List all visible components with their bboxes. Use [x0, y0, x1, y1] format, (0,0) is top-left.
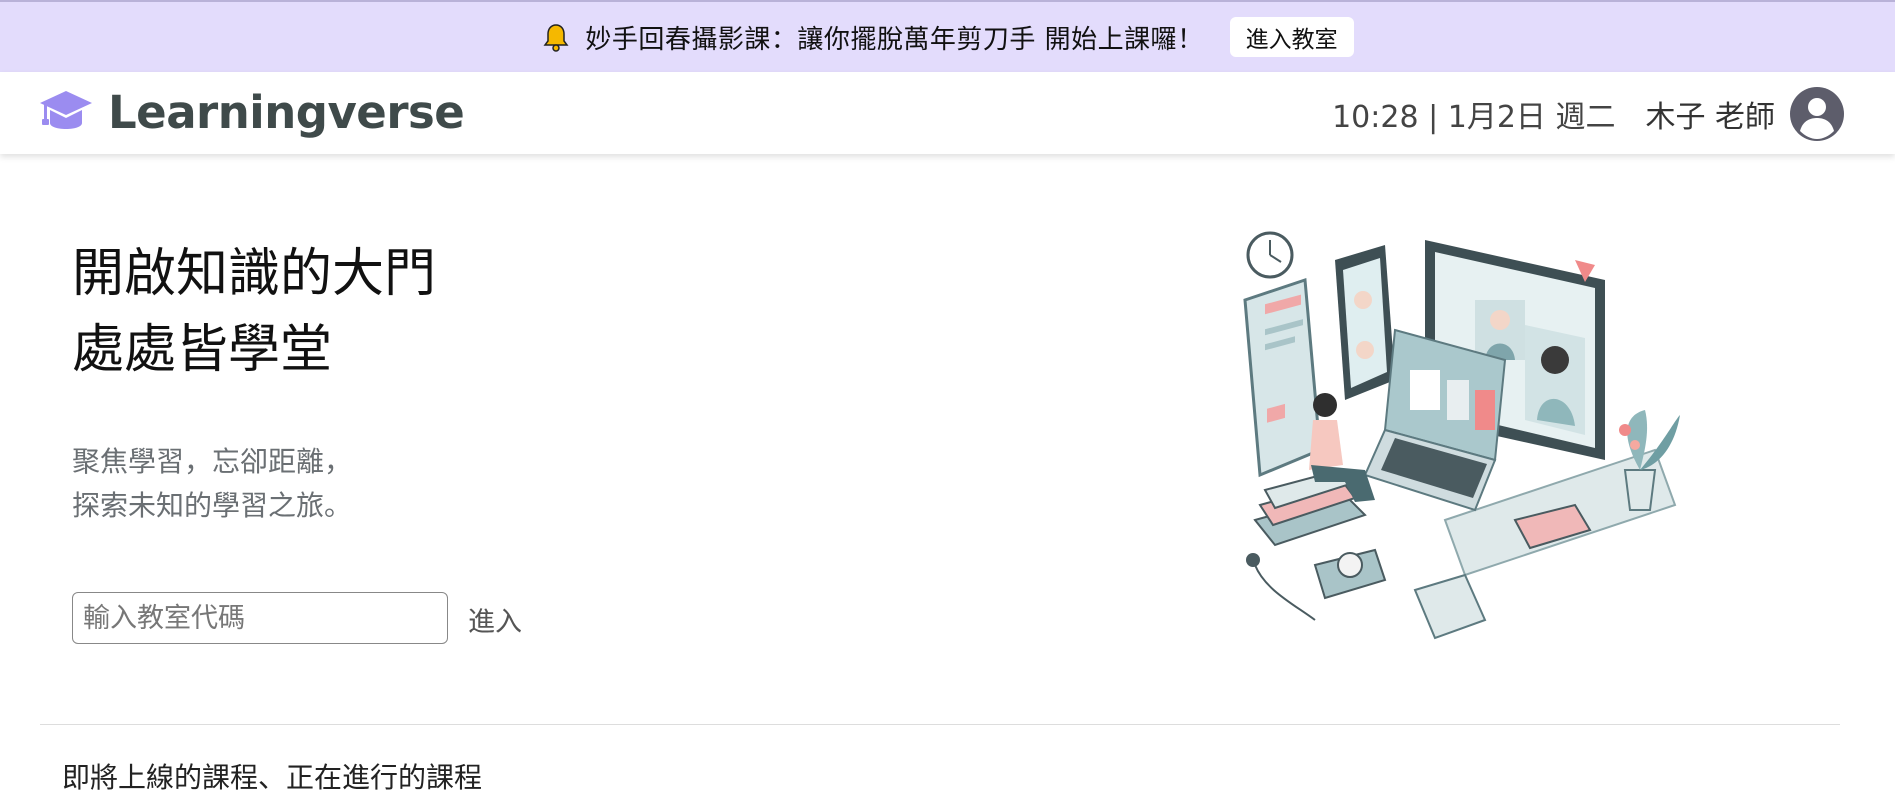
classroom-code-input[interactable]	[72, 592, 448, 644]
banner-text: 妙手回春攝影課：讓你擺脫萬年剪刀手 開始上課囉！	[585, 24, 1204, 55]
brand-name: Learningverse	[108, 86, 465, 139]
enter-classroom-button[interactable]: 進入教室	[1229, 17, 1354, 57]
header-right: 10:28 | 1月2日 週二 木子 老師	[1332, 86, 1845, 142]
hero-subtitle-line2: 探索未知的學習之旅。	[72, 489, 353, 522]
hero-title-line1: 開啟知識的大門	[72, 244, 437, 304]
datetime-display: 10:28 | 1月2日 週二	[1332, 100, 1616, 135]
hero-title-line2: 處處皆學堂	[72, 320, 333, 380]
enter-button[interactable]: 進入	[468, 600, 522, 639]
user-circle-icon[interactable]	[1789, 86, 1845, 142]
section-title: 即將上線的課程、正在進行的課程	[62, 761, 483, 794]
announcement-banner: 妙手回春攝影課：讓你擺脫萬年剪刀手 開始上課囉！ 進入教室	[0, 0, 1895, 72]
top-header: Learningverse 10:28 | 1月2日 週二 木子 老師	[0, 72, 1895, 154]
teacher-name: 木子 老師	[1645, 100, 1775, 135]
hero-subtitle: 聚焦學習，忘卻距離， 探索未知的學習之旅。	[72, 440, 352, 528]
graduation-cap-icon	[40, 90, 92, 129]
hero-subtitle-line1: 聚焦學習，忘卻距離，	[72, 445, 353, 478]
section-divider	[40, 724, 1840, 725]
online-learning-illustration	[1243, 231, 1680, 640]
hero-title: 開啟知識的大門 處處皆學堂	[72, 236, 436, 388]
brand-logo[interactable]: Learningverse	[38, 86, 465, 139]
bell-icon	[543, 24, 569, 52]
